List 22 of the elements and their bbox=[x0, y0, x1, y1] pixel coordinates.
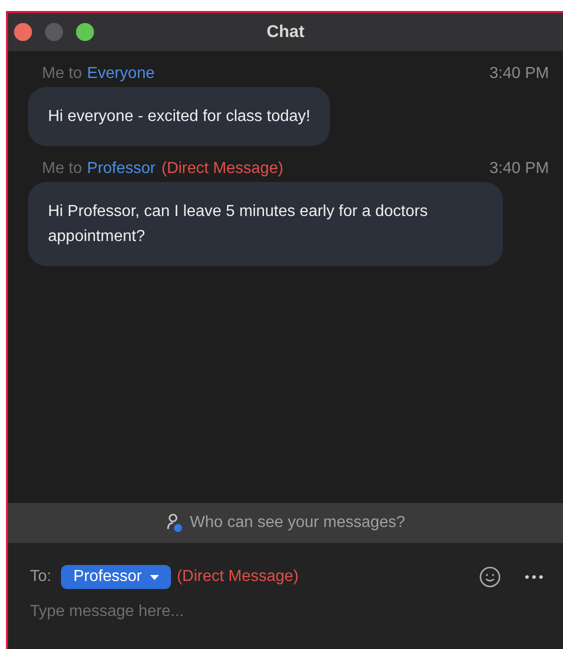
maximize-icon[interactable] bbox=[76, 23, 94, 41]
direct-message-label: (Direct Message) bbox=[176, 568, 299, 586]
emoji-icon[interactable] bbox=[479, 566, 501, 588]
direct-message-label: (Direct Message) bbox=[161, 160, 284, 178]
visibility-banner[interactable]: Who can see your messages? bbox=[8, 503, 563, 543]
person-icon bbox=[166, 513, 184, 533]
message-input[interactable]: Type message here... bbox=[30, 603, 543, 621]
more-icon[interactable] bbox=[525, 575, 543, 579]
message-bubble: Hi Professor, can I leave 5 minutes early for a doctors appointment? bbox=[28, 182, 503, 266]
message-time: 3:40 PM bbox=[489, 160, 549, 178]
recipient-name: Professor bbox=[87, 160, 156, 178]
message-time: 3:40 PM bbox=[489, 65, 549, 83]
sender-label: Me to bbox=[42, 65, 82, 83]
close-icon[interactable] bbox=[14, 23, 32, 41]
caret-icon bbox=[150, 574, 159, 580]
message-bubble: Hi everyone - excited for class today! bbox=[28, 87, 330, 146]
window-title: Chat bbox=[266, 22, 304, 42]
recipient-dropdown[interactable]: Professor bbox=[61, 565, 171, 589]
visibility-text: Who can see your messages? bbox=[190, 514, 406, 532]
sender-label: Me to bbox=[42, 160, 82, 178]
to-label: To: bbox=[30, 568, 52, 586]
recipient-name: Everyone bbox=[87, 65, 155, 83]
